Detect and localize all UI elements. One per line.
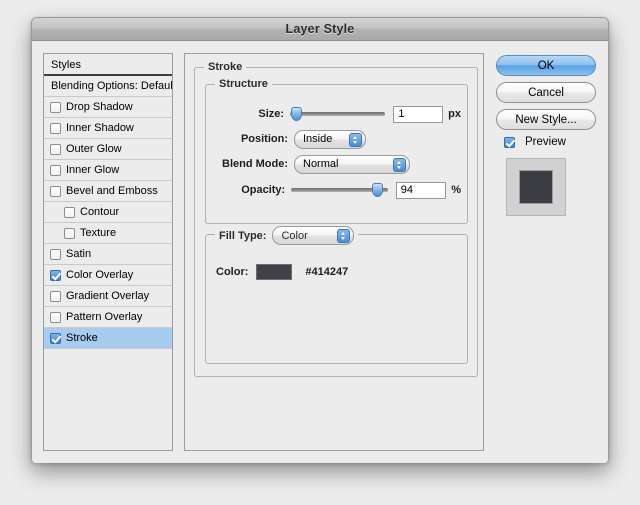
checkbox-icon[interactable] xyxy=(50,101,61,113)
stroke-group-legend: Stroke xyxy=(204,61,247,73)
fill-type-group: Fill Type: Color Color: #414247 xyxy=(205,226,468,364)
sidebar-item-satin[interactable]: Satin xyxy=(44,244,172,265)
preview-thumbnail xyxy=(506,158,566,216)
sidebar-item-gradient-overlay[interactable]: Gradient Overlay xyxy=(44,286,172,307)
opacity-row: Opacity: 94 % xyxy=(206,181,461,199)
size-label: Size: xyxy=(258,108,285,120)
color-swatch[interactable] xyxy=(256,264,293,280)
styles-list-header: Styles xyxy=(44,54,172,76)
sidebar-item-label: Pattern Overlay xyxy=(66,310,143,323)
size-slider-track xyxy=(290,112,386,116)
page-title: Layer Style xyxy=(285,22,355,36)
sidebar-item-drop-shadow[interactable]: Drop Shadow xyxy=(44,97,172,118)
structure-group: Structure Size: 1 px Position: Inside Bl… xyxy=(205,78,468,224)
stroke-group: Stroke Structure Size: 1 px Position: In… xyxy=(194,61,478,377)
stroke-settings-panel: Stroke Structure Size: 1 px Position: In… xyxy=(184,53,484,451)
sidebar-item-label: Texture xyxy=(80,226,117,239)
opacity-slider-thumb[interactable] xyxy=(372,183,384,197)
fill-type-legend: Fill Type: Color xyxy=(215,226,359,245)
checkbox-icon[interactable] xyxy=(50,290,61,302)
sidebar-item-texture[interactable]: Texture xyxy=(44,223,172,244)
ok-button[interactable]: OK xyxy=(496,55,596,76)
checkbox-icon[interactable] xyxy=(50,122,61,134)
sidebar-item-color-overlay[interactable]: Color Overlay xyxy=(44,265,172,286)
checkbox-icon[interactable] xyxy=(50,248,61,260)
position-row: Position: Inside xyxy=(206,129,461,149)
position-select-value: Inside xyxy=(303,133,333,145)
fill-type-label: Fill Type: xyxy=(219,229,267,242)
sidebar-item-label: Inner Shadow xyxy=(66,121,134,134)
checkbox-icon[interactable] xyxy=(50,185,61,197)
position-select[interactable]: Inside xyxy=(294,129,366,149)
size-slider[interactable] xyxy=(290,106,386,122)
sidebar-item-label: Satin xyxy=(66,247,92,260)
sidebar-item-stroke[interactable]: Stroke xyxy=(44,328,172,349)
checkbox-icon[interactable] xyxy=(50,332,61,344)
checkbox-icon[interactable] xyxy=(50,164,61,176)
sidebar-item-label: Gradient Overlay xyxy=(66,289,150,302)
size-input[interactable]: 1 xyxy=(393,105,444,123)
sidebar-item-label: Drop Shadow xyxy=(66,100,133,113)
opacity-slider[interactable] xyxy=(291,182,388,198)
sidebar-item-contour[interactable]: Contour xyxy=(44,202,172,223)
dialog-actions: OK Cancel New Style... Preview xyxy=(496,55,596,216)
sidebar-item-label: Contour xyxy=(80,205,120,218)
checkbox-icon[interactable] xyxy=(50,143,61,155)
position-label: Position: xyxy=(240,133,288,145)
chevron-updown-icon xyxy=(337,229,351,243)
chevron-updown-icon xyxy=(349,132,362,147)
sidebar-item-label: Bevel and Emboss xyxy=(66,184,158,197)
layer-style-dialog: Layer Style Styles Blending Options: Def… xyxy=(31,17,609,463)
opacity-input[interactable]: 94 xyxy=(395,181,447,199)
size-row: Size: 1 px xyxy=(206,105,461,123)
chevron-updown-icon xyxy=(393,157,406,172)
sidebar-item-bevel-and-emboss[interactable]: Bevel and Emboss xyxy=(44,181,172,202)
color-hex-value: #414247 xyxy=(305,266,349,278)
sidebar-item-outer-glow[interactable]: Outer Glow xyxy=(44,139,172,160)
checkbox-icon[interactable] xyxy=(50,311,61,323)
sidebar-item-label: Outer Glow xyxy=(66,142,122,155)
sidebar-item-inner-shadow[interactable]: Inner Shadow xyxy=(44,118,172,139)
sidebar-item-label: Stroke xyxy=(66,331,98,344)
blend-mode-select-value: Normal xyxy=(303,158,339,170)
color-row: Color: #414247 xyxy=(216,263,348,281)
blend-mode-label: Blend Mode: xyxy=(222,158,288,170)
blend-mode-row: Blend Mode: Normal xyxy=(206,154,461,174)
new-style-button[interactable]: New Style... xyxy=(496,109,596,130)
opacity-unit-label: % xyxy=(451,184,462,196)
preview-label: Preview xyxy=(525,136,566,148)
sidebar-item-label: Inner Glow xyxy=(66,163,120,176)
sidebar-item-label: Color Overlay xyxy=(66,268,134,281)
checkbox-icon[interactable] xyxy=(50,269,61,281)
sidebar-item-inner-glow[interactable]: Inner Glow xyxy=(44,160,172,181)
styles-list[interactable]: Styles Blending Options: Default Drop Sha… xyxy=(43,53,173,451)
size-unit-label: px xyxy=(448,108,461,120)
preview-toggle[interactable]: Preview xyxy=(504,136,596,148)
preview-thumbnail-shape xyxy=(519,170,553,204)
sidebar-item-label: Blending Options: Default xyxy=(51,79,173,92)
cancel-button[interactable]: Cancel xyxy=(496,82,596,103)
sidebar-item-pattern-overlay[interactable]: Pattern Overlay xyxy=(44,307,172,328)
size-slider-thumb[interactable] xyxy=(291,107,303,121)
structure-group-legend: Structure xyxy=(215,78,272,90)
color-label: Color: xyxy=(216,266,249,278)
fill-type-select-value: Color xyxy=(281,229,308,242)
opacity-label: Opacity: xyxy=(241,184,286,196)
dialog-content: Styles Blending Options: Default Drop Sha… xyxy=(32,41,608,463)
blend-mode-select[interactable]: Normal xyxy=(294,154,410,174)
sidebar-item-blending-options-default[interactable]: Blending Options: Default xyxy=(44,76,172,97)
title-bar[interactable]: Layer Style xyxy=(32,18,608,41)
checkbox-icon[interactable] xyxy=(64,227,75,239)
styles-list-rows: Blending Options: Default Drop Shadow Inne… xyxy=(44,76,172,349)
fill-type-select[interactable]: Color xyxy=(272,226,355,245)
checkbox-icon[interactable] xyxy=(64,206,75,218)
preview-checkbox[interactable] xyxy=(504,136,515,148)
